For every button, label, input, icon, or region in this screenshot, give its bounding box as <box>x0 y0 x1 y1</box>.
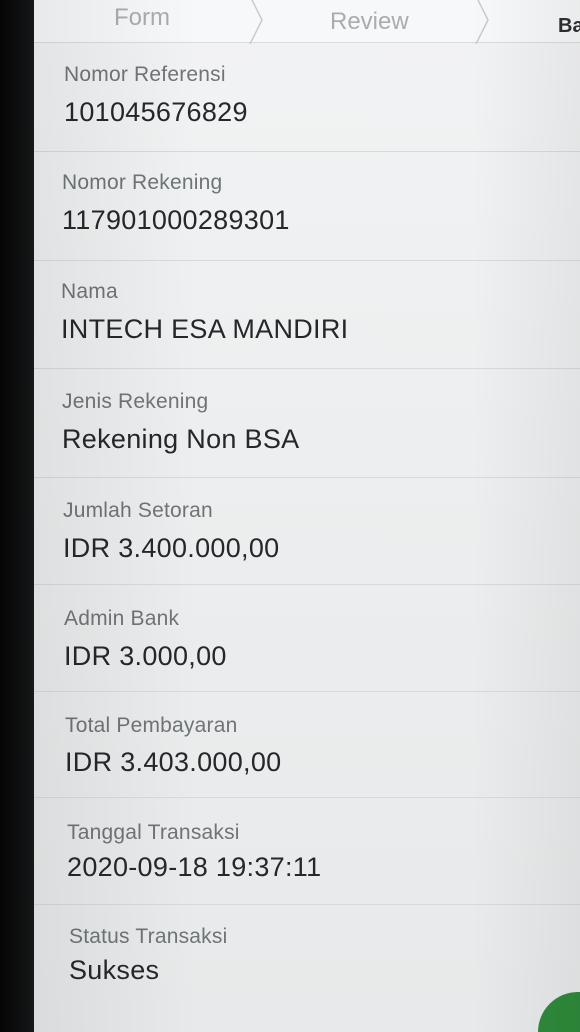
field-label: Admin Bank <box>64 607 180 630</box>
field-jumlah-setoran: Jumlah Setoran IDR 3.400.000,00 <box>34 478 580 585</box>
field-label: Nomor Rekening <box>62 171 223 194</box>
field-label: Total Pembayaran <box>65 714 238 737</box>
field-label: Status Transaksi <box>69 925 228 948</box>
progress-stepper: Form Review Ba <box>34 0 580 44</box>
field-nomor-referensi: Nomor Referensi 101045676829 <box>34 43 580 152</box>
field-label: Nama <box>61 280 118 303</box>
step-review: Review <box>330 8 409 35</box>
field-total-pembayaran: Total Pembayaran IDR 3.403.000,00 <box>34 692 580 798</box>
field-tanggal-transaksi: Tanggal Transaksi 2020-09-18 19:37:11 <box>34 798 580 905</box>
transaction-detail-screen: Form Review Ba Nomor Referensi 101045676… <box>34 0 580 1032</box>
field-nomor-rekening: Nomor Rekening 117901000289301 <box>34 152 580 261</box>
field-label: Tanggal Transaksi <box>67 821 240 844</box>
field-jenis-rekening: Jenis Rekening Rekening Non BSA <box>34 369 580 478</box>
field-value: Rekening Non BSA <box>62 424 300 454</box>
chevron-right-icon <box>475 0 489 44</box>
field-value: INTECH ESA MANDIRI <box>61 314 349 344</box>
field-status-transaksi: Status Transaksi Sukses <box>34 905 580 1032</box>
field-admin-bank: Admin Bank IDR 3.000,00 <box>34 585 580 692</box>
chevron-right-icon <box>249 0 263 44</box>
field-value: IDR 3.000,00 <box>64 641 227 671</box>
field-value: IDR 3.400.000,00 <box>63 533 280 563</box>
field-value: 117901000289301 <box>62 205 290 235</box>
field-label: Jumlah Setoran <box>63 499 213 522</box>
field-value: 2020-09-18 19:37:11 <box>67 852 322 882</box>
field-value status-text: Sukses <box>69 955 160 985</box>
field-value: 101045676829 <box>64 97 248 127</box>
step-form: Form <box>114 4 170 31</box>
field-nama: Nama INTECH ESA MANDIRI <box>34 261 580 369</box>
field-label: Jenis Rekening <box>62 390 209 413</box>
field-label: Nomor Referensi <box>64 63 226 86</box>
field-value: IDR 3.403.000,00 <box>65 747 282 777</box>
